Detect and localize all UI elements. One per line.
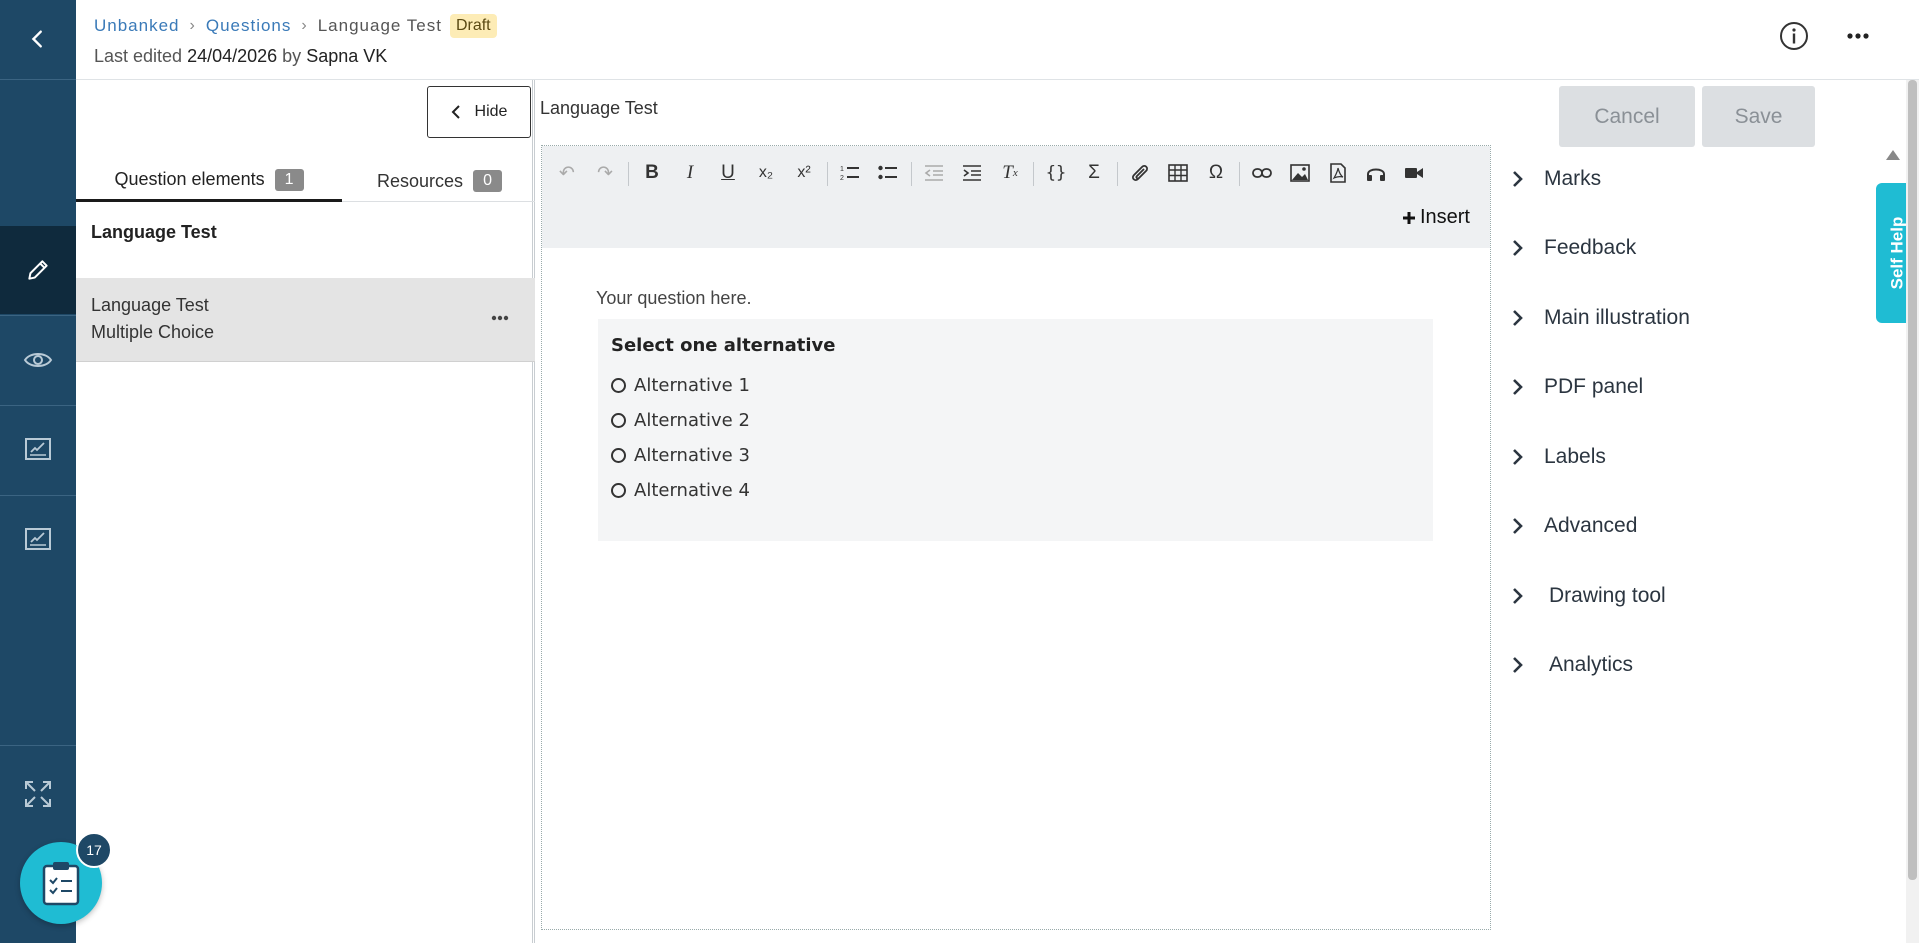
alternative-option[interactable]: Alternative 2: [611, 410, 750, 431]
chevron-right-icon: [1512, 517, 1526, 535]
radio-icon: [611, 448, 626, 463]
breadcrumb-link-questions[interactable]: Questions: [206, 16, 292, 36]
rich-text-editor[interactable]: ↶ ↷ B I U x₂ x² 12 Tx {} Σ Ω Insert Your…: [541, 145, 1491, 930]
chevron-right-icon: ›: [189, 17, 196, 34]
underline-icon[interactable]: U: [713, 158, 743, 188]
breadcrumb: Unbanked › Questions › Language Test Dra…: [94, 14, 497, 38]
signature-board-icon: [25, 528, 51, 550]
hide-panel-button[interactable]: Hide: [427, 86, 531, 138]
scroll-up-arrow-icon[interactable]: [1886, 150, 1900, 160]
video-camera-icon[interactable]: [1399, 158, 1429, 188]
page-scrollbar[interactable]: [1906, 80, 1919, 943]
code-braces-icon[interactable]: {}: [1041, 158, 1071, 188]
alternative-option[interactable]: Alternative 3: [611, 445, 750, 466]
image-icon[interactable]: [1285, 158, 1315, 188]
accordion-main-illustration[interactable]: Main illustration: [1512, 306, 1690, 330]
accordion-feedback[interactable]: Feedback: [1512, 236, 1636, 260]
question-elements-panel: Hide Question elements 1 Resources 0 Lan…: [76, 80, 535, 943]
count-badge: 1: [274, 168, 304, 191]
bold-icon[interactable]: B: [637, 158, 667, 188]
chevron-right-icon: [1512, 309, 1526, 327]
editor-toolbar: ↶ ↷ B I U x₂ x² 12 Tx {} Σ Ω Insert: [542, 146, 1490, 248]
panel-tabs: Question elements 1 Resources 0: [76, 160, 535, 202]
element-menu-button[interactable]: [491, 308, 509, 326]
chevron-right-icon: [1512, 239, 1526, 257]
superscript-icon[interactable]: x²: [789, 158, 819, 188]
italic-icon[interactable]: I: [675, 158, 705, 188]
chevron-right-icon: ›: [301, 17, 308, 34]
preview-nav-button[interactable]: [0, 316, 76, 404]
insert-button[interactable]: Insert: [1402, 206, 1470, 229]
chevron-right-icon: [1512, 587, 1526, 605]
alternatives-block: Select one alternative Alternative 1 Alt…: [598, 319, 1433, 541]
count-badge: 0: [473, 170, 502, 192]
accordion-labels[interactable]: Labels: [1512, 445, 1606, 469]
alternatives-heading: Select one alternative: [611, 335, 836, 356]
breadcrumb-link-unbanked[interactable]: Unbanked: [94, 16, 180, 36]
question-text[interactable]: Your question here.: [596, 288, 751, 309]
svg-text:2: 2: [840, 175, 844, 182]
numbered-list-icon[interactable]: 12: [835, 158, 865, 188]
tab-resources[interactable]: Resources 0: [344, 160, 535, 202]
radio-icon: [611, 413, 626, 428]
paperclip-icon[interactable]: [1125, 158, 1155, 188]
last-edited-info: Last edited 24/04/2026 by Sapna VK: [94, 46, 388, 66]
tab-question-elements[interactable]: Question elements 1: [76, 160, 342, 202]
accordion-marks[interactable]: Marks: [1512, 167, 1601, 191]
plus-icon: [1402, 211, 1415, 224]
chevron-left-icon: [451, 105, 460, 119]
info-button[interactable]: [1778, 20, 1810, 52]
accordion-pdf-panel[interactable]: PDF panel: [1512, 375, 1643, 399]
question-title: Language Test: [91, 222, 217, 242]
editor-title: Language Test: [540, 98, 658, 118]
review-nav-button[interactable]: [0, 406, 76, 494]
more-options-button[interactable]: [1842, 20, 1874, 52]
indent-icon[interactable]: [957, 158, 987, 188]
accordion-analytics[interactable]: Analytics: [1512, 653, 1633, 677]
ellipsis-icon: [491, 315, 509, 321]
chevron-right-icon: [1512, 170, 1526, 188]
ellipsis-icon: [1847, 33, 1869, 39]
chevron-right-icon: [1512, 448, 1526, 466]
save-button[interactable]: Save: [1702, 86, 1815, 147]
info-icon: [1780, 22, 1808, 50]
chevron-right-icon: [1512, 378, 1526, 396]
clear-format-icon[interactable]: Tx: [995, 158, 1025, 188]
pdf-icon[interactable]: [1323, 158, 1353, 188]
link-icon[interactable]: [1247, 158, 1277, 188]
headphones-icon[interactable]: [1361, 158, 1391, 188]
radio-icon: [611, 483, 626, 498]
svg-text:1: 1: [840, 166, 844, 173]
breadcrumb-current: Language Test: [317, 16, 442, 35]
omega-icon[interactable]: Ω: [1201, 158, 1231, 188]
back-button[interactable]: [0, 0, 76, 78]
fullscreen-button[interactable]: [0, 746, 76, 842]
page-header: Unbanked › Questions › Language Test Dra…: [76, 0, 1919, 80]
alternative-option[interactable]: Alternative 1: [611, 375, 750, 396]
alternative-option[interactable]: Alternative 4: [611, 480, 750, 501]
status-badge: Draft: [449, 14, 497, 38]
bullet-list-icon[interactable]: [873, 158, 903, 188]
chevron-left-icon: [31, 30, 42, 48]
subscript-icon[interactable]: x₂: [751, 158, 781, 188]
outdent-icon[interactable]: [919, 158, 949, 188]
undo-icon[interactable]: ↶: [552, 158, 582, 188]
pencil-icon: [28, 260, 48, 280]
chevron-right-icon: [1512, 656, 1526, 674]
expand-icon: [25, 781, 51, 807]
table-icon[interactable]: [1163, 158, 1193, 188]
edit-nav-button[interactable]: [0, 226, 76, 314]
eye-icon: [23, 353, 53, 367]
redo-icon[interactable]: ↷: [590, 158, 620, 188]
radio-icon: [611, 378, 626, 393]
signature-board-icon: [25, 438, 51, 460]
accordion-advanced[interactable]: Advanced: [1512, 514, 1637, 538]
scrollbar-thumb[interactable]: [1908, 80, 1917, 880]
grading-nav-button[interactable]: [0, 496, 76, 584]
nav-rail: [0, 0, 76, 943]
sigma-icon[interactable]: Σ: [1079, 158, 1109, 188]
accordion-drawing-tool[interactable]: Drawing tool: [1512, 584, 1666, 608]
list-item[interactable]: Language Test Multiple Choice: [76, 278, 535, 362]
cancel-button[interactable]: Cancel: [1559, 86, 1695, 147]
